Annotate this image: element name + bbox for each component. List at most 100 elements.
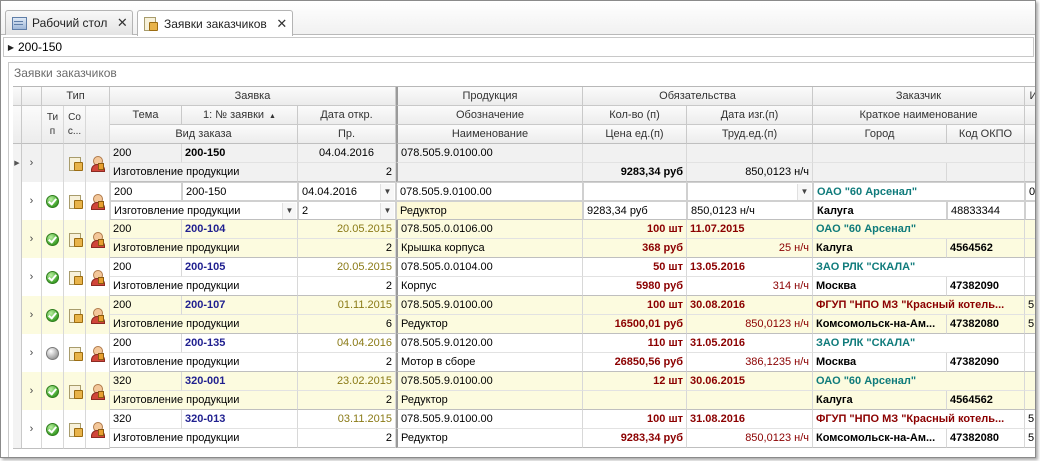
name-cell[interactable]: Редуктор (396, 315, 583, 334)
col-order-number[interactable]: 1: № заявки ▲ (182, 106, 298, 125)
pr-cell[interactable]: 6 (298, 315, 396, 334)
short-name-cell[interactable]: ФГУП "НПО МЗ "Красный котель... (813, 296, 1025, 315)
okpo-cell[interactable]: 4564562 (947, 391, 1025, 410)
okpo-cell[interactable] (947, 163, 1025, 182)
band-extra[interactable]: И (1025, 87, 1035, 106)
quantity-cell[interactable]: 100 шт (583, 410, 687, 429)
close-icon[interactable]: ✕ (116, 15, 128, 31)
open-date-cell[interactable]: 20.05.2015 (298, 220, 396, 239)
quantity-cell[interactable]: 100 шт (583, 296, 687, 315)
open-date-cell[interactable]: 03.11.2015 (298, 410, 396, 429)
okpo-cell[interactable]: 47382090 (947, 277, 1025, 296)
city-cell[interactable]: Москва (813, 277, 947, 296)
labor-input[interactable]: 850,0123 н/ч (687, 201, 813, 220)
order-kind-cell[interactable]: Изготовление продукции (110, 429, 298, 448)
okpo-cell[interactable]: 4564562 (947, 239, 1025, 258)
expand-chevron-icon[interactable]: › (22, 220, 42, 259)
dropdown-arrow-icon[interactable]: ▼ (380, 203, 394, 219)
extra-cell[interactable] (1025, 372, 1035, 391)
manufacture-date-cell[interactable] (687, 144, 813, 163)
designation-cell[interactable]: 078.505.9.0100.00 (396, 372, 583, 391)
okpo-input[interactable]: 48833344 (947, 201, 1025, 220)
open-date-cell[interactable]: 01.11.2015 (298, 296, 396, 315)
unit-price-cell[interactable]: 9283,34 руб (583, 429, 687, 448)
designation-cell[interactable]: 078.505.9.0100.00 (396, 410, 583, 429)
tema-cell[interactable]: 200 (110, 144, 182, 163)
order-number-cell[interactable]: 200-105 (182, 258, 298, 277)
designation-cell[interactable]: 078.505.0.0104.00 (396, 258, 583, 277)
band-customer[interactable]: Заказчик (813, 87, 1025, 106)
table-row[interactable]: › 320 320-013 03.11.2015 078.505.9.0100.… (13, 410, 1035, 449)
open-date-cell[interactable]: 04.04.2016 (298, 334, 396, 353)
city-cell[interactable]: Комсомольск-на-Ам... (813, 429, 947, 448)
extra-cell[interactable] (1025, 220, 1035, 239)
city-cell[interactable] (813, 163, 947, 182)
pr-cell[interactable]: 2 (298, 163, 396, 182)
row-indicator[interactable] (13, 182, 22, 221)
labor-cell[interactable]: 314 н/ч (687, 277, 813, 296)
quantity-cell[interactable]: 110 шт (583, 334, 687, 353)
order-kind-cell[interactable]: Изготовление продукции (110, 391, 298, 410)
labor-cell[interactable]: 850,0123 н/ч (687, 315, 813, 334)
short-name-cell[interactable] (813, 144, 1025, 163)
order-kind-cell[interactable]: Изготовление продукции (110, 163, 298, 182)
table-row[interactable]: › 200 200-104 20.05.2015 078.505.0.0106.… (13, 220, 1035, 259)
expand-chevron-icon[interactable]: › (22, 334, 42, 373)
find-panel[interactable]: ▶ 200-150 (3, 37, 1034, 57)
unit-price-cell[interactable]: 5980 руб (583, 277, 687, 296)
city-cell[interactable]: Комсомольск-на-Ам... (813, 315, 947, 334)
pr-cell[interactable]: 2 (298, 239, 396, 258)
okpo-cell[interactable]: 47382080 (947, 315, 1025, 334)
extra-cell[interactable] (1025, 144, 1035, 163)
tema-cell[interactable]: 200 (110, 334, 182, 353)
labor-cell[interactable]: 25 н/ч (687, 239, 813, 258)
col-tip[interactable]: Ти п (42, 106, 64, 144)
order-number-cell[interactable]: 200-104 (182, 220, 298, 239)
pr-cell[interactable]: 2 (298, 277, 396, 296)
short-name-cell[interactable]: ОАО "60 Арсенал" (813, 372, 1025, 391)
tema-cell[interactable]: 200 (110, 220, 182, 239)
band-product[interactable]: Продукция (396, 87, 583, 106)
designation-input[interactable]: 078.505.9.0100.00 (396, 182, 583, 201)
open-date-cell[interactable]: 20.05.2015 (298, 258, 396, 277)
name-cell[interactable]: Редуктор (396, 391, 583, 410)
tema-cell[interactable]: 320 (110, 372, 182, 391)
city-cell[interactable]: Калуга (813, 239, 947, 258)
extra-cell[interactable]: 5 (1025, 296, 1035, 315)
order-number-cell[interactable]: 200-107 (182, 296, 298, 315)
expand-chevron-icon[interactable]: › (22, 410, 42, 449)
col-short-name[interactable]: Краткое наименование (813, 106, 1025, 125)
quantity-cell[interactable]: 100 шт (583, 220, 687, 239)
order-kind-select[interactable]: Изготовление продукции ▼ (110, 201, 298, 220)
table-row[interactable]: › 200 200-105 20.05.2015 078.505.0.0104.… (13, 258, 1035, 297)
manufacture-date-cell[interactable]: 11.07.2015 (687, 220, 813, 239)
name-cell[interactable]: Крышка корпуса (396, 239, 583, 258)
extra-cell[interactable] (1025, 277, 1035, 296)
table-row[interactable]: › 200 200-107 01.11.2015 078.505.9.0100.… (13, 296, 1035, 335)
order-number-cell[interactable]: 320-001 (182, 372, 298, 391)
open-date-cell[interactable]: 23.02.2015 (298, 372, 396, 391)
unit-price-cell[interactable]: 26850,56 руб (583, 353, 687, 372)
extra-cell[interactable]: 5 (1025, 315, 1035, 334)
extra-cell[interactable] (1025, 334, 1035, 353)
short-name-cell[interactable]: ЗАО РЛК "СКАЛА" (813, 258, 1025, 277)
short-name-cell[interactable]: ОАО "60 Арсенал" (813, 220, 1025, 239)
close-icon[interactable]: ✕ (276, 16, 288, 32)
table-row[interactable]: › 320 320-001 23.02.2015 078.505.9.0100.… (13, 372, 1035, 411)
name-cell[interactable] (396, 163, 583, 182)
labor-cell[interactable] (687, 391, 813, 410)
table-row[interactable]: ▶ › 200 200-150 04.04.2016 078.505.9.010… (13, 144, 1035, 183)
unit-price-input[interactable]: 9283,34 руб (583, 201, 687, 220)
col-name[interactable]: Наименование (396, 125, 583, 144)
tema-cell[interactable]: 320 (110, 410, 182, 429)
name-cell[interactable]: Корпус (396, 277, 583, 296)
expand-arrow-icon[interactable]: ▶ (4, 43, 18, 52)
unit-price-cell[interactable]: 9283,34 руб (583, 163, 687, 182)
pr-cell[interactable]: 2 (298, 391, 396, 410)
expand-chevron-icon[interactable]: › (22, 144, 42, 183)
labor-cell[interactable]: 386,1235 н/ч (687, 353, 813, 372)
okpo-cell[interactable]: 47382090 (947, 353, 1025, 372)
tema-input[interactable]: 200 (110, 182, 182, 201)
quantity-cell[interactable] (583, 144, 687, 163)
open-date-picker[interactable]: 04.04.2016 ▼ (298, 182, 396, 201)
